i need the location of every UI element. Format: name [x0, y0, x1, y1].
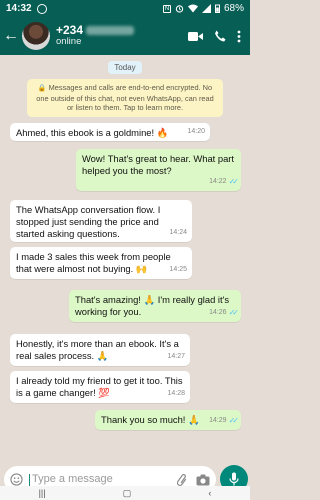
message-bubble[interactable]: Wow! That's great to hear. What part hel…	[76, 149, 241, 191]
message-placeholder: Type a message	[29, 473, 113, 485]
message-time: 14:29	[209, 417, 227, 424]
message-text: Thank you so much! 🙏	[101, 414, 200, 425]
message-meta: 14:28	[167, 388, 185, 400]
message-text: I already told my friend to get it too. …	[16, 375, 183, 398]
signal-icon	[201, 4, 211, 13]
status-right: N 68%	[162, 3, 244, 14]
chat-header: ← +234 online	[0, 17, 250, 55]
mic-icon	[229, 472, 239, 486]
message-time: 14:25	[169, 266, 187, 273]
message-text: The WhatsApp conversation flow. I stoppe…	[16, 204, 161, 239]
battery-percent: 68%	[223, 3, 244, 14]
message-time: 14:20	[187, 128, 205, 135]
message-bubble[interactable]: I already told my friend to get it too. …	[10, 371, 190, 403]
day-label: Today	[108, 61, 142, 74]
alarm-icon	[175, 5, 184, 13]
wifi-icon	[187, 4, 198, 13]
more-options-icon[interactable]	[237, 30, 241, 43]
message-time: 14:22	[209, 178, 227, 185]
encryption-notice[interactable]: 🔒 Messages and calls are end-to-end encr…	[27, 79, 223, 117]
nfc-icon: N	[162, 4, 171, 13]
message-text: Honestly, it's more than an ebook. It's …	[16, 338, 179, 361]
contact-name: +234	[56, 23, 135, 37]
message-meta: 14:25	[169, 264, 187, 276]
status-time: 14:32	[6, 3, 32, 14]
message-text: I made 3 sales this week from people tha…	[16, 251, 171, 274]
message-bubble[interactable]: Honestly, it's more than an ebook. It's …	[10, 334, 190, 366]
message-meta: 14:24	[169, 227, 187, 239]
back-arrow-icon[interactable]: ←	[2, 27, 20, 45]
system-nav-bar: ||| ▢ ‹	[0, 486, 250, 500]
battery-icon	[214, 4, 220, 13]
message-bubble[interactable]: I made 3 sales this week from people tha…	[10, 247, 192, 279]
message-bubble[interactable]: Ahmed, this ebook is a goldmine! 🔥 14:20	[10, 123, 210, 141]
video-call-icon[interactable]	[188, 31, 203, 42]
encryption-text: Messages and calls are end-to-end encryp…	[36, 83, 214, 112]
message-time: 14:24	[169, 229, 187, 236]
read-receipt-icon: ✓✓	[228, 308, 240, 317]
voice-call-icon[interactable]	[214, 30, 226, 42]
lock-icon: 🔒	[37, 85, 47, 92]
camera-icon[interactable]	[196, 474, 210, 486]
message-time: 14:27	[167, 353, 185, 360]
message-bubble[interactable]: The WhatsApp conversation flow. I stoppe…	[10, 200, 192, 242]
home-icon[interactable]: ▢	[123, 488, 132, 499]
header-actions	[188, 30, 250, 43]
message-bubble[interactable]: Thank you so much! 🙏 14:29 ✓✓	[95, 410, 241, 430]
message-time: 14:26	[209, 309, 227, 316]
avatar[interactable]	[22, 22, 50, 50]
message-meta: 14:20	[187, 126, 205, 138]
emoji-icon[interactable]	[10, 473, 23, 486]
read-receipt-icon: ✓✓	[228, 416, 240, 425]
whatsapp-status-icon	[36, 3, 47, 14]
message-meta: 14:26 ✓✓	[209, 307, 240, 319]
redacted-number	[86, 26, 135, 36]
message-meta: 14:27	[167, 351, 185, 363]
message-text: Wow! That's great to hear. What part hel…	[82, 153, 235, 176]
status-bar: 14:32 N 68%	[0, 0, 250, 17]
message-text: That's amazing! 🙏 I'm really glad it's w…	[75, 294, 230, 317]
recent-apps-icon[interactable]: |||	[39, 488, 46, 498]
contact-number: +234	[56, 23, 84, 37]
back-nav-icon[interactable]: ‹	[208, 488, 211, 498]
message-text: Ahmed, this ebook is a goldmine! 🔥	[16, 127, 169, 138]
attach-icon[interactable]	[177, 473, 187, 487]
input-actions	[177, 473, 210, 487]
message-time: 14:28	[167, 390, 185, 397]
read-receipt-icon: ✓✓	[228, 177, 240, 186]
contact-status: online	[56, 36, 82, 47]
message-meta: 14:22 ✓✓	[209, 176, 240, 188]
chat-area[interactable]: Today 🔒 Messages and calls are end-to-en…	[0, 55, 250, 463]
message-bubble[interactable]: That's amazing! 🙏 I'm really glad it's w…	[69, 290, 241, 322]
contact-info[interactable]: +234 online	[56, 23, 135, 48]
message-meta: 14:29 ✓✓	[209, 415, 240, 427]
